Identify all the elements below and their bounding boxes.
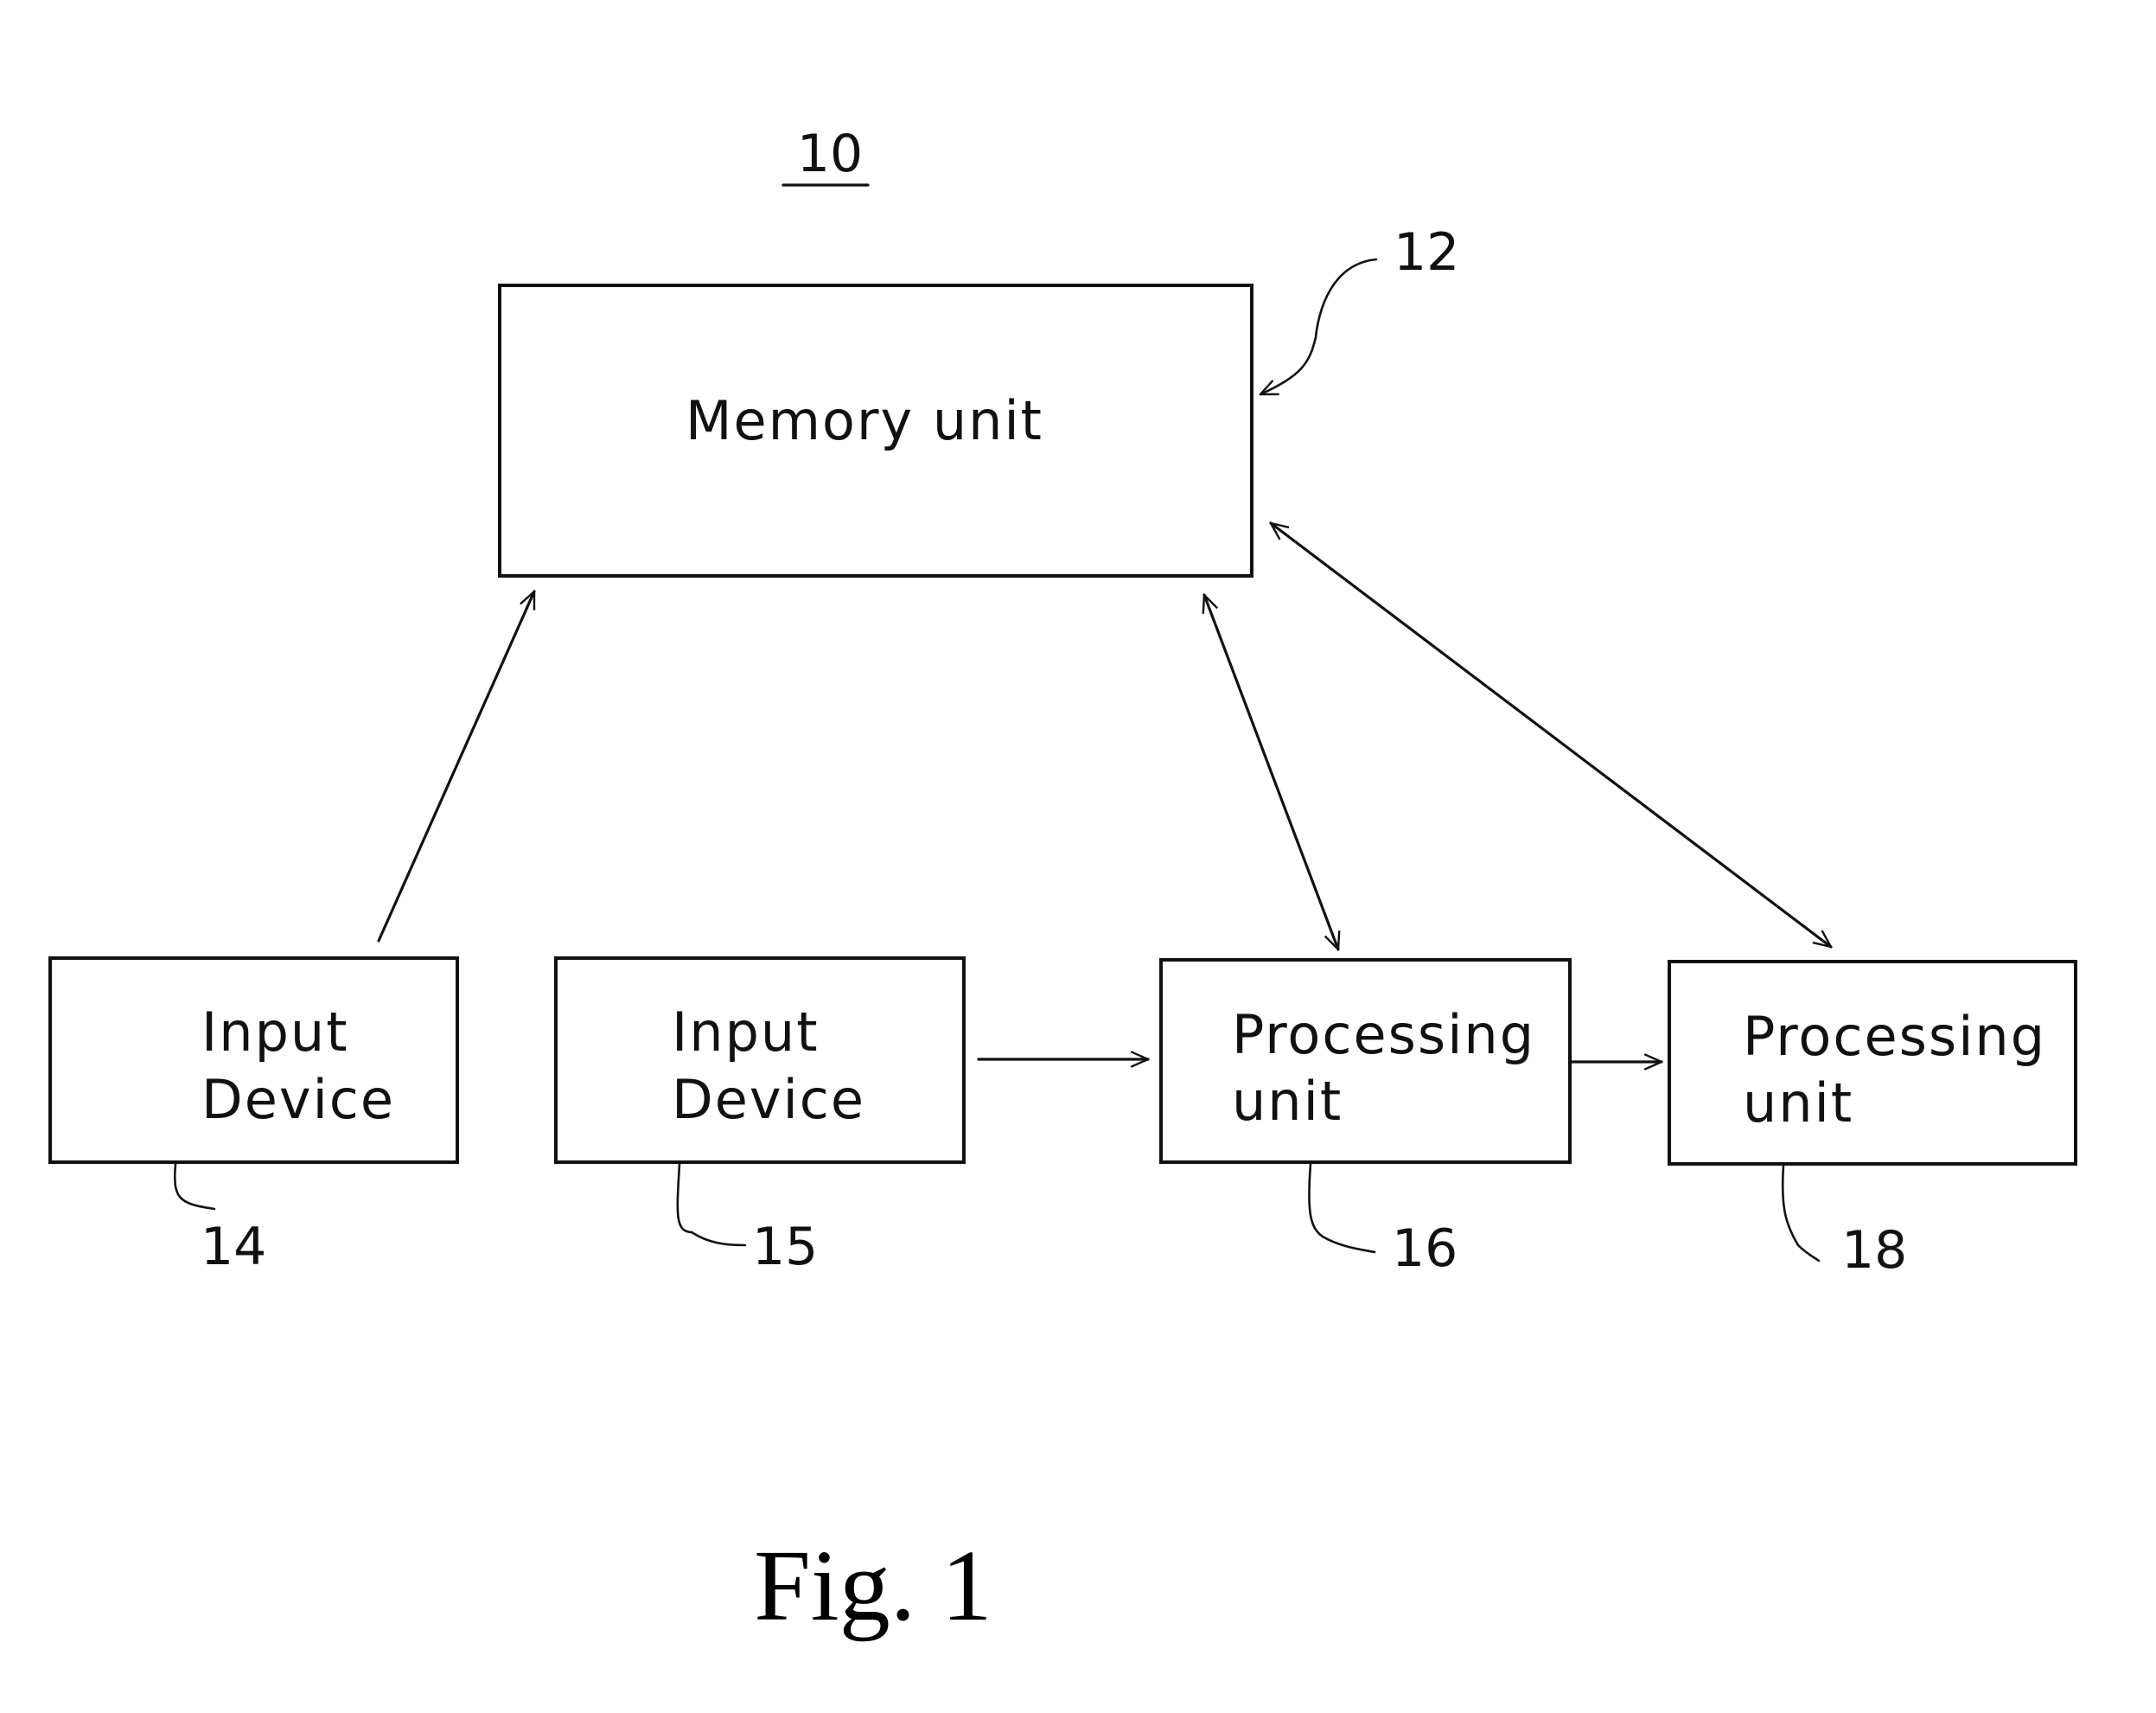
input-device-15-block: Input Device [554, 956, 966, 1164]
arrow-memory-proc18-bidirectional [1271, 523, 1831, 947]
arrow-memory-proc16-bidirectional [1204, 595, 1338, 949]
input-device-15-ref: 15 [752, 1217, 818, 1277]
memory-unit-label: Memory unit [686, 389, 1043, 452]
processing-unit-16-line2: unit [1232, 1070, 1343, 1133]
processing-unit-18-leader [1781, 1164, 1821, 1262]
processing-unit-18-line1: Processing [1743, 1005, 2046, 1068]
arrow-input14-to-memory [377, 591, 536, 943]
input-device-14-leader [174, 1162, 216, 1211]
block-diagram: 10 Memory unit 12 Input Device 14 Input … [48, 124, 2077, 1642]
processing-unit-18-ref: 18 [1841, 1220, 1907, 1281]
processing-unit-16-line1: Processing [1232, 1003, 1535, 1066]
input-device-15-line1: Input [672, 1000, 820, 1064]
input-device-14-block: Input Device [48, 956, 459, 1164]
figure-caption: Fig. 1 [754, 1529, 992, 1642]
input-device-14-ref: 14 [201, 1217, 266, 1277]
memory-unit-leader [1260, 258, 1378, 396]
input-device-14-line1: Input [201, 1000, 349, 1064]
processing-unit-16-leader [1308, 1162, 1376, 1254]
system-ref-label: 10 [797, 124, 863, 184]
processing-unit-18-block: Processing unit [1668, 960, 2077, 1166]
processing-unit-16-ref: 16 [1392, 1218, 1458, 1279]
memory-unit-ref: 12 [1394, 222, 1459, 283]
input-device-15-leader [676, 1162, 747, 1247]
processing-unit-16-block: Processing unit [1159, 958, 1572, 1164]
memory-unit-block: Memory unit [498, 284, 1253, 578]
processing-unit-18-line2: unit [1743, 1071, 1853, 1135]
input-device-14-line2: Device [201, 1068, 395, 1131]
input-device-15-line2: Device [672, 1068, 865, 1131]
